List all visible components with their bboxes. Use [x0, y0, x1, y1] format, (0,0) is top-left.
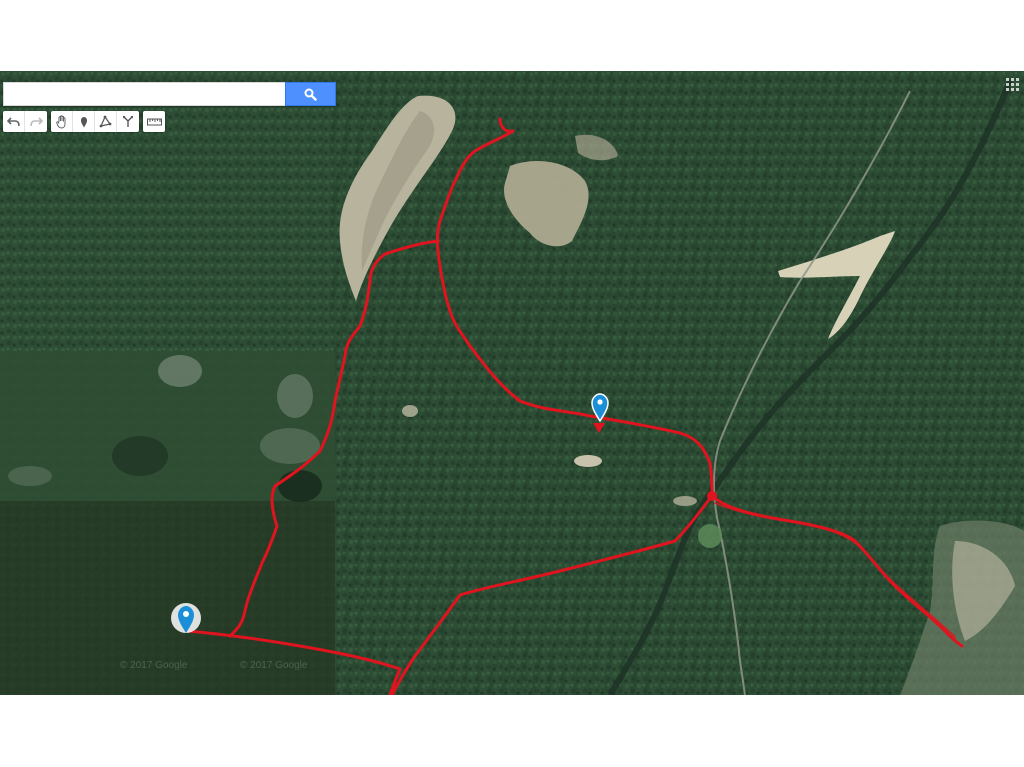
small-clearing — [673, 496, 697, 506]
history-group — [3, 111, 47, 132]
cloud — [277, 374, 313, 418]
cloud — [8, 466, 52, 486]
polygon-icon — [99, 115, 112, 128]
search-icon — [304, 88, 317, 101]
redo-icon — [29, 117, 43, 127]
hand-pan-icon — [55, 114, 65, 128]
dark-patch — [278, 470, 322, 502]
satellite-map[interactable] — [0, 71, 1024, 695]
marker-start[interactable] — [171, 603, 201, 633]
drawing-tools-group — [51, 111, 139, 132]
cloud — [158, 355, 202, 387]
redo-button[interactable] — [25, 111, 47, 132]
page: © 2017 Google © 2017 Google — [0, 0, 1024, 767]
map-toolbar — [3, 111, 165, 132]
apps-grid-icon[interactable] — [1006, 78, 1019, 91]
route-icon — [123, 116, 133, 127]
marker-icon — [80, 116, 87, 127]
add-marker-button[interactable] — [73, 111, 95, 132]
measure-button[interactable] — [143, 111, 165, 132]
draw-line-button[interactable] — [95, 111, 117, 132]
undo-icon — [7, 117, 20, 127]
measure-group — [143, 111, 165, 132]
map-copyright: © 2017 Google — [240, 660, 308, 671]
route-junction — [707, 491, 717, 501]
search-box — [3, 82, 336, 106]
directions-button[interactable] — [117, 111, 139, 132]
search-button[interactable] — [285, 82, 336, 106]
forest-stripes — [330, 71, 1024, 695]
search-input[interactable] — [3, 82, 285, 106]
small-clearing — [574, 455, 602, 467]
dark-patch — [112, 436, 168, 476]
undo-button[interactable] — [3, 111, 25, 132]
ruler-icon — [146, 118, 162, 125]
pan-tool-button[interactable] — [51, 111, 73, 132]
map-copyright: © 2017 Google — [120, 660, 188, 671]
small-clearing — [698, 524, 722, 548]
small-clearing — [402, 405, 418, 417]
map-view[interactable]: © 2017 Google © 2017 Google — [0, 71, 1024, 695]
